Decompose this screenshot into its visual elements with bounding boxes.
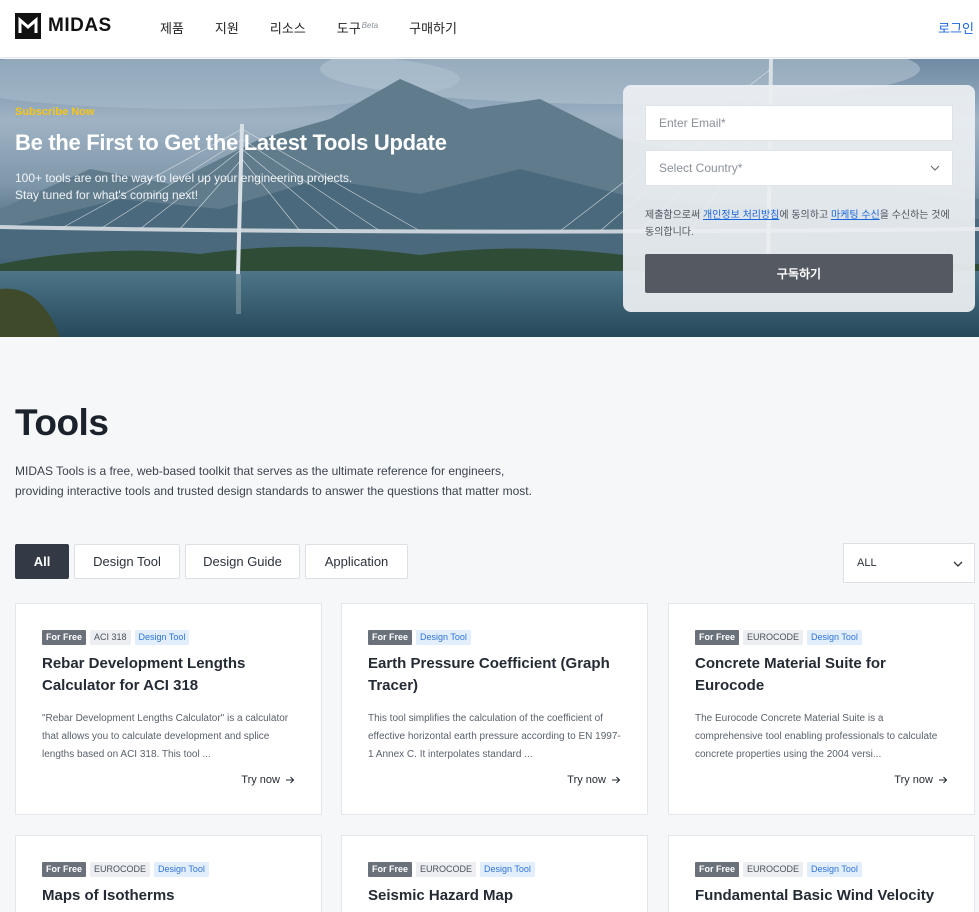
tag-type: Design Tool (154, 862, 209, 877)
try-now-link[interactable]: Try now (567, 774, 621, 786)
card-tags: For Free EUROCODE Design Tool (695, 862, 866, 877)
card-title: Earth Pressure Coefficient (Graph Tracer… (368, 655, 610, 694)
try-now-label: Try now (567, 774, 606, 786)
filter-tabs: All Design Tool Design Guide Application (15, 544, 413, 579)
consent-text-mid: 에 동의하고 (779, 210, 831, 221)
consent-text-pre: 제출함으로써 (645, 210, 703, 221)
hero-description: 100+ tools are on the way to level up yo… (15, 170, 352, 204)
tag-type: Design Tool (480, 862, 535, 877)
tag-free: For Free (368, 630, 413, 645)
hero-description-line: Stay tuned for what's coming next! (15, 188, 199, 202)
brand-logo[interactable]: MIDAS (15, 13, 112, 39)
country-select-placeholder: Select Country* (659, 161, 743, 175)
tool-card[interactable]: For Free ACI 318 Design Tool Rebar Devel… (15, 603, 322, 815)
tool-card[interactable]: For Free EUROCODE Design Tool Concrete M… (668, 603, 975, 815)
card-title: Seismic Hazard Map (368, 887, 514, 904)
beta-badge: Beta (361, 20, 379, 30)
tag-standard: ACI 318 (90, 630, 131, 645)
tag-type: Design Tool (807, 630, 862, 645)
card-description: The Eurocode Concrete Material Suite is … (695, 713, 938, 760)
card-tags: For Free EUROCODE Design Tool (368, 862, 539, 877)
hero-tag: Subscribe Now (15, 106, 95, 118)
tools-title: Tools (15, 402, 109, 443)
tag-standard: EUROCODE (416, 862, 477, 877)
tag-type: Design Tool (134, 630, 190, 645)
nav-item-products[interactable]: 제품 (160, 18, 184, 37)
arrow-right-icon (286, 776, 295, 784)
try-now-link[interactable]: Try now (241, 774, 295, 786)
main-nav: 제품 지원 리소스 도구Beta 구매하기 (160, 18, 488, 37)
privacy-policy-link[interactable]: 개인정보 처리방침 (703, 210, 779, 221)
category-select[interactable]: ALL (843, 543, 975, 583)
tools-description-line: providing interactive tools and trusted … (15, 484, 532, 498)
tools-description-line: MIDAS Tools is a free, web-based toolkit… (15, 464, 505, 478)
tools-description: MIDAS Tools is a free, web-based toolkit… (15, 461, 575, 501)
tag-type: Design Tool (807, 862, 862, 877)
midas-logo-icon (15, 13, 41, 39)
tag-standard: EUROCODE (90, 862, 151, 877)
arrow-right-icon (939, 776, 948, 784)
nav-item-tools[interactable]: 도구Beta (337, 18, 378, 37)
hero-banner: Subscribe Now Be the First to Get the La… (0, 59, 979, 337)
login-link[interactable]: 로그인 (938, 18, 974, 37)
marketing-consent-link[interactable]: 마케팅 수신 (831, 210, 880, 221)
card-title: Rebar Development Lengths Calculator for… (42, 655, 246, 694)
filter-application[interactable]: Application (305, 544, 408, 579)
card-title: Fundamental Basic Wind Velocity M... (695, 887, 935, 912)
nav-item-tools-label: 도구 (336, 21, 361, 36)
tag-free: For Free (695, 862, 740, 877)
country-select[interactable]: Select Country* (645, 150, 953, 186)
subscribe-button[interactable]: 구독하기 (645, 254, 953, 293)
chevron-down-icon (953, 561, 963, 567)
nav-item-purchase[interactable]: 구매하기 (409, 18, 457, 37)
card-title: Concrete Material Suite for Eurocode (695, 655, 886, 694)
card-tags: For Free EUROCODE Design Tool (42, 862, 213, 877)
card-tags: For Free EUROCODE Design Tool (695, 630, 866, 645)
consent-text: 제출함으로써 개인정보 처리방침에 동의하고 마케팅 수신을 수신하는 것에 동… (645, 207, 955, 241)
hero-description-line: 100+ tools are on the way to level up yo… (15, 171, 353, 185)
nav-item-resources[interactable]: 리소스 (270, 18, 306, 37)
brand-name: MIDAS (48, 15, 112, 36)
filter-all[interactable]: All (15, 544, 69, 579)
card-tags: For Free ACI 318 Design Tool (42, 630, 193, 645)
category-select-value: ALL (857, 557, 877, 569)
chevron-down-icon (930, 165, 940, 171)
subscribe-form: Enter Email* Select Country* 제출함으로써 개인정보… (623, 85, 975, 312)
filter-design-guide[interactable]: Design Guide (185, 544, 300, 579)
tag-standard: EUROCODE (743, 630, 804, 645)
tag-free: For Free (42, 630, 87, 645)
tag-free: For Free (42, 862, 87, 877)
tag-type: Design Tool (416, 630, 471, 645)
tool-card[interactable]: For Free EUROCODE Design Tool Seismic Ha… (341, 835, 648, 912)
tool-card[interactable]: For Free EUROCODE Design Tool Maps of Is… (15, 835, 322, 912)
top-header: MIDAS 제품 지원 리소스 도구Beta 구매하기 로그인 (0, 0, 979, 58)
email-input[interactable]: Enter Email* (645, 105, 953, 141)
tool-card[interactable]: For Free EUROCODE Design Tool Fundamenta… (668, 835, 975, 912)
nav-item-support[interactable]: 지원 (215, 18, 239, 37)
tag-standard: EUROCODE (743, 862, 804, 877)
filter-design-tool[interactable]: Design Tool (74, 544, 180, 579)
tag-free: For Free (368, 862, 413, 877)
try-now-label: Try now (894, 774, 933, 786)
card-description: This tool simplifies the calculation of … (368, 713, 621, 760)
arrow-right-icon (612, 776, 621, 784)
try-now-link[interactable]: Try now (894, 774, 948, 786)
tag-free: For Free (695, 630, 740, 645)
hero-title: Be the First to Get the Latest Tools Upd… (15, 130, 447, 155)
try-now-label: Try now (241, 774, 280, 786)
card-title: Maps of Isotherms (42, 887, 175, 904)
card-tags: For Free Design Tool (368, 630, 475, 645)
card-description: "Rebar Development Lengths Calculator" i… (42, 713, 289, 760)
tool-card[interactable]: For Free Design Tool Earth Pressure Coef… (341, 603, 648, 815)
